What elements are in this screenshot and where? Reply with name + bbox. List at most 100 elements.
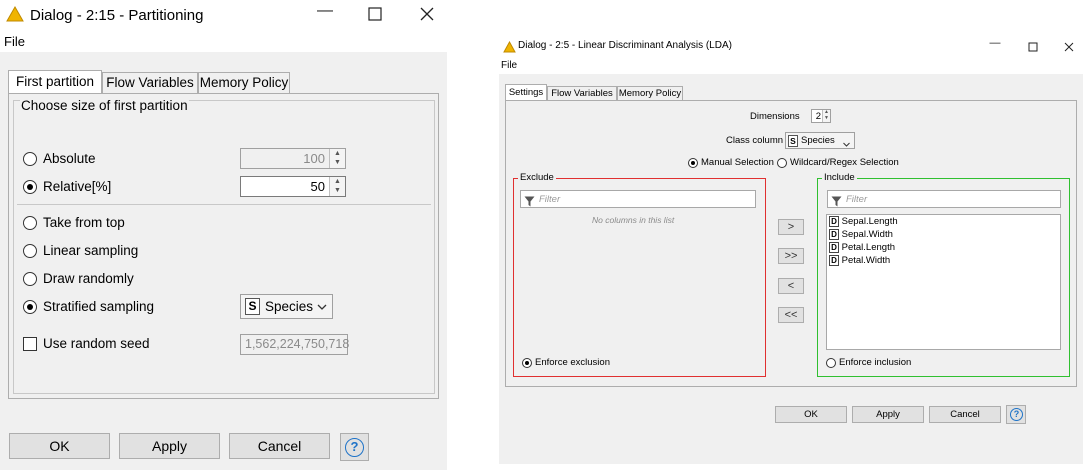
tab-label: First partition — [15, 74, 95, 89]
class-column-label: Class column — [726, 135, 784, 146]
partitioning-dialog: Dialog - 2:15 - Partitioning — File Firs… — [0, 0, 447, 470]
double-type-icon: D — [829, 255, 839, 266]
dimensions-spin-arrows[interactable]: ▲ ▼ — [822, 110, 830, 122]
relative-spinner[interactable]: 50 ▲ ▼ — [240, 176, 346, 197]
take-from-top-radio[interactable] — [23, 216, 37, 230]
random-seed-field[interactable]: 1,562,224,750,718 — [240, 334, 350, 355]
exclude-filter-input[interactable]: Filter — [520, 190, 756, 208]
spin-down-icon[interactable]: ▼ — [330, 159, 345, 166]
help-icon: ? — [1010, 408, 1023, 421]
linear-sampling-radio[interactable] — [23, 244, 37, 258]
warning-icon — [503, 40, 516, 53]
help-button[interactable]: ? — [1006, 405, 1026, 424]
minimize-button[interactable]: — — [985, 37, 1005, 55]
manual-selection-label: Manual Selection — [701, 157, 774, 168]
remove-button[interactable]: < — [778, 278, 804, 294]
filter-icon — [831, 194, 842, 212]
menu-file[interactable]: File — [501, 60, 517, 71]
remove-all-icon: << — [784, 309, 798, 321]
stratified-sampling-radio[interactable] — [23, 300, 37, 314]
spin-up-icon[interactable]: ▲ — [330, 150, 345, 157]
list-item[interactable]: D Sepal.Length — [829, 216, 898, 227]
include-column-list[interactable]: D Sepal.Length D Sepal.Width D Petal.Len… — [826, 214, 1061, 350]
linear-sampling-label: Linear sampling — [43, 243, 139, 258]
dimensions-spinner[interactable]: 2 ▲ ▼ — [811, 109, 831, 123]
manual-selection-radio[interactable] — [688, 158, 698, 168]
dimensions-label: Dimensions — [750, 111, 800, 122]
tab-settings[interactable]: Settings — [505, 84, 547, 101]
tab-label: Settings — [508, 87, 544, 98]
warning-icon — [6, 5, 24, 22]
take-from-top-label: Take from top — [43, 215, 125, 230]
maximize-button[interactable] — [362, 3, 388, 27]
absolute-spin-arrows[interactable]: ▲ ▼ — [329, 149, 345, 168]
enforce-inclusion-radio[interactable] — [826, 358, 836, 368]
tab-memory-policy[interactable]: Memory Policy — [617, 86, 683, 101]
class-column-value: Species — [265, 299, 314, 314]
double-type-icon: D — [829, 216, 839, 227]
add-button[interactable]: > — [778, 219, 804, 235]
ok-label: OK — [49, 438, 70, 454]
relative-value: 50 — [310, 179, 325, 194]
minimize-button[interactable]: — — [312, 2, 338, 26]
relative-spin-arrows[interactable]: ▲ ▼ — [329, 177, 345, 196]
class-column-combo[interactable]: S Species — [240, 294, 333, 319]
maximize-button[interactable] — [1024, 39, 1042, 57]
string-type-icon: S — [245, 298, 260, 315]
tab-first-partition[interactable]: First partition — [8, 70, 102, 94]
tab-flow-variables[interactable]: Flow Variables — [547, 86, 617, 101]
spin-down-icon[interactable]: ▼ — [330, 187, 345, 194]
close-button[interactable] — [1060, 39, 1078, 57]
lda-dialog: Dialog - 2:5 - Linear Discriminant Analy… — [499, 34, 1083, 464]
list-item[interactable]: D Petal.Width — [829, 255, 890, 266]
apply-label: Apply — [151, 438, 188, 454]
list-item[interactable]: D Sepal.Width — [829, 229, 893, 240]
random-seed-checkbox[interactable] — [23, 337, 37, 351]
tab-flow-variables[interactable]: Flow Variables — [102, 72, 198, 93]
include-filter-placeholder: Filter — [846, 194, 868, 205]
class-column-combo[interactable]: S Species — [785, 132, 855, 149]
random-seed-label: Use random seed — [43, 336, 150, 351]
cancel-label: Cancel — [257, 438, 302, 454]
random-seed-value: 1,562,224,750,718 — [245, 337, 350, 351]
menu-bar: File — [0, 32, 447, 52]
remove-icon: < — [787, 280, 795, 292]
absolute-radio[interactable] — [23, 152, 37, 166]
cancel-button[interactable]: Cancel — [929, 406, 1001, 423]
wildcard-selection-radio[interactable] — [777, 158, 787, 168]
enforce-inclusion-label: Enforce inclusion — [839, 357, 912, 368]
close-button[interactable] — [414, 3, 440, 27]
double-type-icon: D — [829, 229, 839, 240]
title-bar: Dialog - 2:5 - Linear Discriminant Analy… — [499, 34, 1083, 58]
absolute-value: 100 — [303, 151, 325, 166]
draw-randomly-radio[interactable] — [23, 272, 37, 286]
chevron-down-icon — [316, 300, 328, 318]
class-column-value: Species — [801, 135, 835, 146]
stratified-sampling-label: Stratified sampling — [43, 299, 155, 314]
double-type-icon: D — [829, 242, 839, 253]
exclude-title: Exclude — [518, 172, 556, 183]
list-item[interactable]: D Petal.Length — [829, 242, 895, 253]
help-icon: ? — [345, 438, 364, 457]
include-title: Include — [822, 172, 857, 183]
remove-all-button[interactable]: << — [778, 307, 804, 323]
apply-button[interactable]: Apply — [852, 406, 924, 423]
add-all-button[interactable]: >> — [778, 248, 804, 264]
column-name: Sepal.Width — [841, 229, 893, 240]
cancel-button[interactable]: Cancel — [229, 433, 330, 459]
relative-radio[interactable] — [23, 180, 37, 194]
spin-up-icon[interactable]: ▲ — [330, 178, 345, 185]
spin-down-icon[interactable]: ▼ — [823, 116, 830, 121]
add-icon: > — [787, 221, 795, 233]
ok-button[interactable]: OK — [775, 406, 847, 423]
enforce-exclusion-radio[interactable] — [522, 358, 532, 368]
help-button[interactable]: ? — [340, 433, 369, 461]
ok-button[interactable]: OK — [9, 433, 110, 459]
ok-label: OK — [804, 409, 818, 420]
tab-label: Flow Variables — [106, 75, 194, 90]
include-filter-input[interactable]: Filter — [827, 190, 1061, 208]
absolute-spinner[interactable]: 100 ▲ ▼ — [240, 148, 346, 169]
apply-button[interactable]: Apply — [119, 433, 220, 459]
tab-memory-policy[interactable]: Memory Policy — [198, 72, 290, 93]
menu-file[interactable]: File — [4, 34, 25, 49]
